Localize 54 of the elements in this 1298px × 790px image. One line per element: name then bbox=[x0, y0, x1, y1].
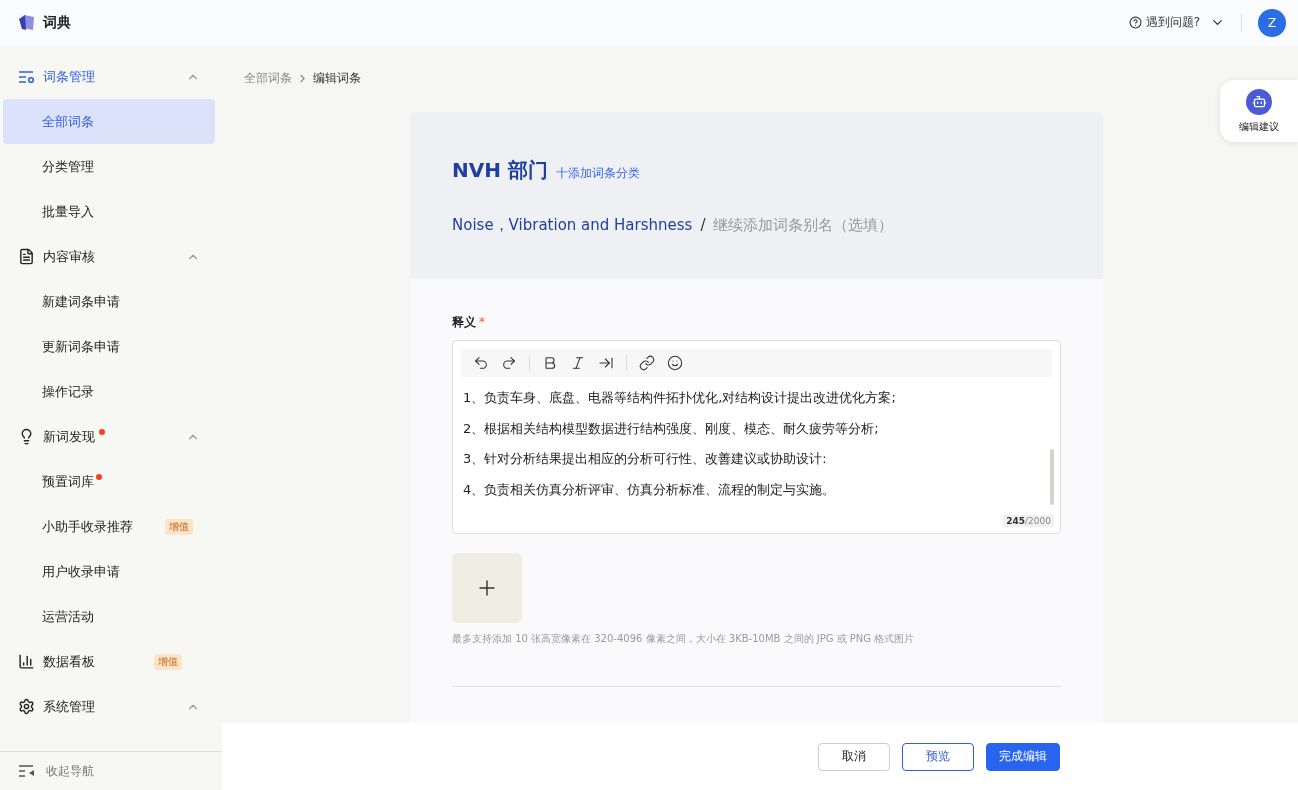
sidebar-item[interactable]: 全部词条 bbox=[3, 99, 215, 144]
sidebar-group[interactable]: 内容审核 bbox=[0, 234, 222, 279]
character-counter: 245/2000 bbox=[1003, 515, 1054, 527]
collapse-menu-icon[interactable] bbox=[18, 764, 36, 778]
breadcrumb-link[interactable]: 全部词条 bbox=[244, 70, 292, 87]
help-icon bbox=[1128, 16, 1142, 29]
entry-title: NVH 部门 bbox=[452, 156, 548, 184]
app-name: 词典 bbox=[43, 13, 71, 32]
upload-hint: 最多支持添加 10 张高宽像素在 320-4096 像素之间，大小在 3KB-10MB 之间的 JPG 或 PNG 格式图片 bbox=[452, 632, 916, 646]
emoji-icon[interactable] bbox=[667, 355, 683, 371]
redo-icon[interactable] bbox=[501, 355, 517, 371]
sidebar-item[interactable]: 小助手收录推荐 增值 bbox=[3, 504, 215, 549]
collapse-nav-link[interactable]: 收起导航 bbox=[46, 762, 94, 780]
bar-chart-icon bbox=[18, 653, 35, 670]
sidebar-group[interactable]: 词条管理 bbox=[0, 54, 222, 99]
sidebar-item[interactable]: 更新词条申请 bbox=[3, 324, 215, 369]
indent-icon[interactable] bbox=[598, 355, 614, 371]
italic-icon[interactable] bbox=[570, 355, 586, 371]
add-category-link[interactable]: 十添加词条分类 bbox=[555, 164, 640, 182]
undo-icon[interactable] bbox=[473, 355, 489, 371]
sidebar-group[interactable]: 新词发现 bbox=[0, 414, 222, 459]
sidebar-item[interactable]: 操作记录 bbox=[3, 369, 215, 414]
sidebar-item[interactable]: 用户收录申请 bbox=[3, 549, 215, 594]
sidebar-item[interactable]: 分类管理 bbox=[3, 144, 215, 189]
premium-tag: 增值 bbox=[154, 653, 182, 670]
list-settings-icon bbox=[18, 69, 35, 84]
definition-text-line: 4、负责相关仿真分析评审、仿真分析标准、流程的制定与实施。 bbox=[463, 480, 837, 499]
sidebar-group[interactable]: 数据看板 增值 bbox=[0, 639, 222, 684]
edit-suggestion-button[interactable]: 编辑建议 bbox=[1220, 80, 1298, 142]
definition-text-line: 2、根据相关结构模型数据进行结构强度、刚度、模态、耐久疲劳等分析; bbox=[463, 419, 880, 438]
finish-edit-button[interactable]: 完成编辑 bbox=[986, 742, 1060, 771]
entry-alias: Noise，Vibration and Harshness bbox=[452, 215, 693, 235]
definition-text-line: 1、负责车身、底盘、电器等结构件拓扑优化,对结构设计提出改进优化方案; bbox=[463, 389, 897, 407]
rich-text-editor[interactable]: 1、负责车身、底盘、电器等结构件拓扑优化,对结构设计提出改进优化方案; 2、根据相关结构模型数据进行结构强度、刚度、模态、耐久疲劳等分析; 3、针对分析结果提出相应的分析可行性、改善建议或协助设计: 4、负责相关仿真分析评审、仿真分析标准、流程的制定与实施。 245/2000 bbox=[452, 340, 1061, 534]
sidebar-item[interactable]: 预置词库 bbox=[3, 459, 215, 504]
link-icon[interactable] bbox=[639, 355, 655, 371]
premium-tag: 增值 bbox=[165, 518, 193, 535]
sidebar-item[interactable]: 运营活动 bbox=[3, 594, 215, 639]
book-stack-logo-icon bbox=[18, 14, 35, 31]
definition-text-line: 3、针对分析结果提出相应的分析可行性、改善建议或协助设计: bbox=[463, 450, 828, 468]
robot-icon bbox=[1246, 88, 1272, 115]
bold-icon[interactable] bbox=[542, 355, 558, 371]
sidebar-item[interactable]: 批量导入 bbox=[3, 189, 215, 234]
settings-icon bbox=[18, 698, 35, 715]
alias-separator: / bbox=[700, 215, 706, 235]
help-menu[interactable]: 遇到问题? bbox=[1145, 14, 1200, 31]
cancel-button[interactable]: 取消 bbox=[818, 742, 890, 771]
required-mark: * bbox=[479, 315, 485, 329]
sidebar-item[interactable]: 新建词条申请 bbox=[3, 279, 215, 324]
preview-button[interactable]: 预览 bbox=[902, 742, 974, 771]
sidebar-group[interactable]: 系统管理 bbox=[0, 684, 222, 729]
alias-input-field[interactable]: 继续添加词条别名（选填） bbox=[713, 215, 934, 235]
field-label: 释义 bbox=[452, 315, 476, 329]
user-avatar[interactable]: Z bbox=[1258, 8, 1286, 37]
